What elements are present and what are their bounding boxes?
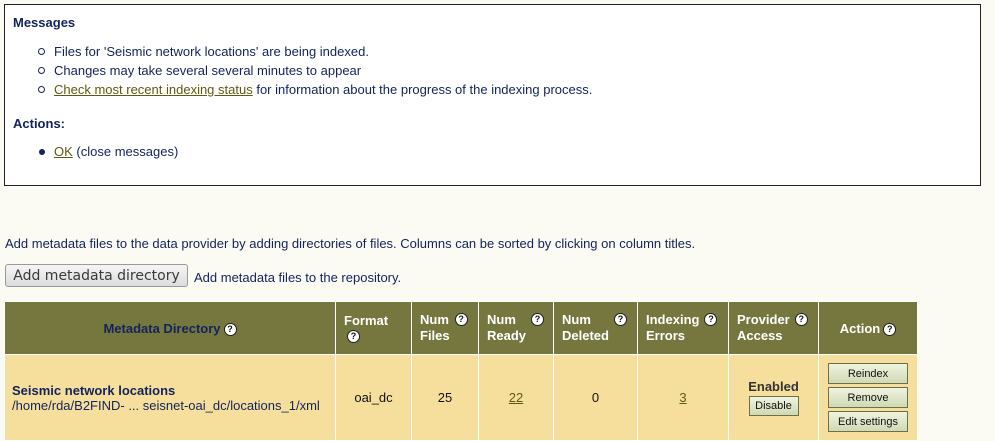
directory-cell: Seismic network locations /home/rda/B2FI…	[4, 354, 336, 441]
column-header-num-ready[interactable]: Num Ready?	[478, 301, 554, 355]
directory-path: /home/rda/B2FIND- ... seisnet-oai_dc/loc…	[12, 397, 320, 413]
ok-suffix: (close messages)	[72, 144, 179, 159]
messages-panel: Messages Files for 'Seismic network loca…	[4, 4, 981, 186]
help-icon[interactable]: ?	[347, 330, 360, 343]
action-item: OK (close messages)	[38, 142, 178, 161]
column-header-indexing-errors-line2: Errors	[646, 328, 686, 343]
help-icon[interactable]: ?	[223, 322, 237, 336]
column-header-format-label: Format	[344, 313, 389, 328]
help-icon[interactable]: ?	[704, 313, 718, 326]
indexing-errors-cell: 3	[637, 354, 729, 441]
action-cell: Reindex Remove Edit settings	[818, 354, 918, 441]
actions-list: OK (close messages)	[38, 142, 178, 161]
help-icon[interactable]: ?	[613, 313, 627, 326]
add-metadata-directory-button[interactable]: Add metadata directory	[5, 264, 188, 287]
column-header-num-ready-line2: Ready	[487, 328, 527, 343]
access-status: Enabled	[748, 379, 799, 394]
messages-heading: Messages	[13, 15, 76, 30]
ok-link[interactable]: OK	[54, 144, 73, 159]
num-deleted-cell: 0	[553, 354, 638, 441]
column-header-directory-label: Metadata Directory	[103, 320, 221, 336]
add-metadata-note: Add metadata files to the repository.	[194, 270, 402, 285]
help-icon[interactable]: ?	[883, 322, 897, 336]
message-item: Changes may take several several minutes…	[38, 61, 592, 80]
column-header-directory[interactable]: Metadata Directory?	[4, 301, 336, 355]
edit-settings-button[interactable]: Edit settings	[828, 411, 908, 432]
num-ready-link[interactable]: 22	[509, 390, 523, 405]
messages-list: Files for 'Seismic network locations' ar…	[38, 42, 592, 99]
help-icon[interactable]: ?	[454, 313, 468, 326]
column-header-provider-access-line1: Provider	[737, 312, 790, 327]
intro-text: Add metadata files to the data provider …	[5, 236, 696, 251]
column-header-action-label: Action	[839, 320, 881, 336]
indexing-status-suffix: for information about the progress of th…	[252, 82, 593, 97]
format-cell: oai_dc	[335, 354, 412, 441]
num-ready-cell: 22	[478, 354, 554, 441]
column-header-indexing-errors-line1: Indexing	[646, 312, 700, 327]
column-header-provider-access[interactable]: Provider Access?	[728, 301, 819, 355]
indexing-errors-link[interactable]: 3	[679, 390, 686, 405]
column-header-provider-access-line2: Access	[737, 328, 783, 343]
remove-button[interactable]: Remove	[828, 387, 908, 408]
disable-button[interactable]: Disable	[748, 396, 799, 416]
reindex-button[interactable]: Reindex	[828, 363, 908, 384]
message-item: Files for 'Seismic network locations' ar…	[38, 42, 592, 61]
column-header-indexing-errors[interactable]: Indexing Errors?	[637, 301, 729, 355]
table-header-row: Metadata Directory? Format? Num Files? Nu…	[4, 301, 918, 355]
column-header-format[interactable]: Format?	[335, 301, 412, 355]
provider-access-cell: Enabled Disable	[728, 354, 819, 441]
indexing-status-link[interactable]: Check most recent indexing status	[54, 82, 253, 97]
column-header-num-files[interactable]: Num Files?	[411, 301, 479, 355]
message-item: Check most recent indexing status for in…	[38, 80, 592, 99]
column-header-action: Action?	[818, 301, 918, 355]
column-header-num-deleted[interactable]: Num Deleted?	[553, 301, 638, 355]
actions-heading: Actions:	[13, 116, 65, 131]
table-row: Seismic network locations /home/rda/B2FI…	[4, 354, 918, 441]
column-header-num-files-line1: Num	[420, 312, 449, 327]
help-icon[interactable]: ?	[531, 313, 545, 326]
column-header-num-ready-line1: Num	[487, 312, 516, 327]
column-header-num-deleted-line2: Deleted	[562, 328, 609, 343]
column-header-num-deleted-line1: Num	[562, 312, 591, 327]
num-files-cell: 25	[411, 354, 479, 441]
directory-name: Seismic network locations	[12, 382, 176, 398]
metadata-directories-table: Metadata Directory? Format? Num Files? Nu…	[4, 301, 918, 441]
column-header-num-files-line2: Files	[420, 328, 450, 343]
help-icon[interactable]: ?	[794, 313, 808, 326]
